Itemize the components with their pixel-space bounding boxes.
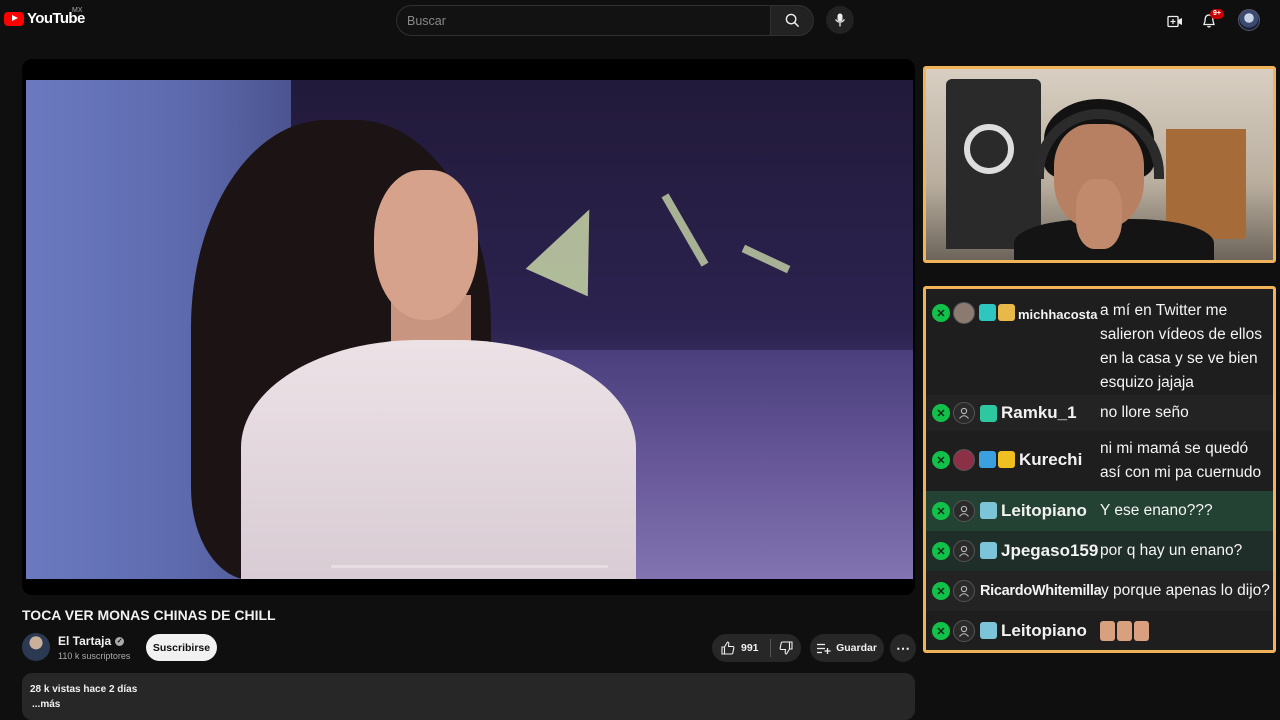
chat-message: ✕ Leitopiano: [926, 611, 1273, 650]
default-avatar-icon: [953, 402, 975, 424]
chat-message: ✕ Kurechi ni mi mamá se quedó así con mi…: [926, 431, 1273, 491]
play-logo-icon: [4, 11, 24, 26]
search-icon: [785, 13, 799, 28]
emote-icon: [1117, 621, 1132, 641]
member-badge-icon: [980, 622, 997, 639]
chat-username: Ramku_1: [1001, 403, 1077, 422]
moderator-badge-icon: ✕: [932, 542, 950, 560]
chat-message: ✕ Ramku_1 no llore seño: [926, 395, 1273, 431]
save-label: Guardar: [836, 642, 877, 654]
account-avatar[interactable]: [1238, 9, 1260, 31]
user-avatar: [953, 449, 975, 471]
region-code: MX: [72, 7, 83, 14]
youtube-logo[interactable]: YouTube MX: [4, 7, 85, 27]
webcam-person-hands: [1076, 179, 1122, 249]
verified-icon: ✓: [115, 636, 125, 646]
notification-count-badge: 9+: [1210, 9, 1224, 19]
gift-badge-icon: [998, 304, 1015, 321]
chat-username: Jpegaso159: [1001, 541, 1099, 560]
voice-search-button[interactable]: [826, 6, 854, 34]
emote-group: [1100, 621, 1149, 641]
gift-badge-icon: [980, 405, 997, 422]
member-badge-icon: [980, 502, 997, 519]
chat-username: RicardoWhitemilla: [980, 583, 1102, 599]
create-button[interactable]: [1164, 10, 1186, 32]
moderator-badge-icon: ✕: [932, 622, 950, 640]
save-button[interactable]: Guardar: [810, 634, 884, 662]
like-button[interactable]: 991: [712, 634, 770, 662]
hammer-badge-icon: [979, 451, 996, 468]
chat-message: ✕ Jpegaso159 por q hay un enano?: [926, 531, 1273, 571]
video-title: TOCA VER MONAS CHINAS DE CHILL: [22, 607, 276, 623]
subscribe-button[interactable]: Suscribirse: [146, 634, 217, 661]
thumbs-down-icon: [779, 641, 793, 655]
chat-message-text: a mí en Twitter me salieron vídeos de el…: [1100, 302, 1262, 391]
crown-badge-icon: [998, 451, 1015, 468]
top-bar: YouTube MX 9+: [0, 0, 1280, 42]
default-avatar-icon: [953, 500, 975, 522]
views-and-date: 28 k vistas hace 2 días: [30, 684, 138, 695]
video-progress-bar[interactable]: [331, 565, 608, 568]
video-light-shard: [661, 193, 709, 267]
show-more-link[interactable]: ...más: [32, 699, 60, 710]
webcam-poster-emblem: [964, 124, 1014, 174]
chat-message-text: por q hay un enano?: [1100, 542, 1243, 559]
more-actions-button[interactable]: ⋯: [890, 634, 916, 662]
video-person-shirt: [241, 340, 636, 579]
channel-avatar[interactable]: [22, 633, 50, 661]
dislike-button[interactable]: [771, 634, 801, 662]
chat-message-text: y porque apenas lo dijo?: [1101, 582, 1270, 599]
search-input[interactable]: [396, 5, 770, 36]
chat-username: Leitopiano: [1001, 621, 1087, 640]
more-dots-icon: ⋯: [896, 639, 910, 656]
thumbs-up-icon: [721, 641, 735, 655]
channel-name: El Tartaja: [58, 634, 112, 648]
like-dislike-group: 991: [712, 634, 801, 662]
default-avatar-icon: [953, 540, 975, 562]
video-light-shard: [525, 195, 621, 297]
video-person-face: [374, 170, 478, 320]
chat-username: michhacosta: [1018, 307, 1098, 322]
default-avatar-icon: [953, 580, 975, 602]
video-create-icon: [1167, 15, 1182, 27]
video-light-shard: [741, 244, 791, 274]
subscriber-badge-icon: [979, 304, 996, 321]
moderator-badge-icon: ✕: [932, 582, 950, 600]
search-bar: [396, 5, 814, 36]
chat-message: ✕ Leitopiano Y ese enano???: [926, 491, 1273, 531]
moderator-badge-icon: ✕: [932, 451, 950, 469]
channel-name-link[interactable]: El Tartaja ✓: [58, 634, 125, 648]
video-frame[interactable]: [26, 80, 913, 579]
video-player[interactable]: [22, 59, 915, 595]
emote-icon: [1134, 621, 1149, 641]
chat-message: ✕ RicardoWhitemilla y porque apenas lo d…: [926, 571, 1273, 611]
chat-message-text: Y ese enano???: [1100, 502, 1213, 519]
playlist-add-icon: [817, 643, 831, 654]
description-box[interactable]: 28 k vistas hace 2 días ...más: [22, 673, 915, 720]
search-button[interactable]: [770, 5, 814, 36]
default-avatar-icon: [953, 620, 975, 642]
chat-message: ✕ michhacosta a mí en Twitter me saliero…: [926, 289, 1273, 395]
chat-overlay: ✕ michhacosta a mí en Twitter me saliero…: [923, 286, 1276, 653]
moderator-badge-icon: ✕: [932, 502, 950, 520]
emote-icon: [1100, 621, 1115, 641]
like-count: 991: [741, 642, 759, 654]
moderator-badge-icon: ✕: [932, 404, 950, 422]
microphone-icon: [834, 13, 846, 27]
member-badge-icon: [980, 542, 997, 559]
chat-username: Kurechi: [1019, 450, 1083, 469]
moderator-badge-icon: ✕: [932, 304, 950, 322]
user-avatar: [953, 302, 975, 324]
subscriber-count: 110 k suscriptores: [58, 651, 131, 661]
chat-message-text: no llore seño: [1100, 404, 1189, 421]
streamer-webcam: [923, 66, 1276, 263]
chat-username: Leitopiano: [1001, 501, 1087, 520]
chat-message-text: ni mi mamá se quedó así con mi pa cuernu…: [1100, 440, 1262, 481]
